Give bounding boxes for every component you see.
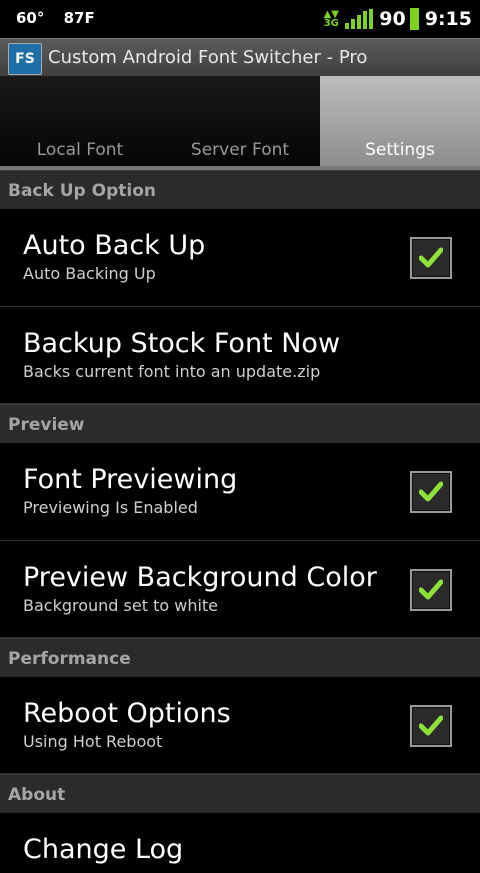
status-left: 60° 87F: [16, 9, 109, 27]
checkmark-icon: [419, 247, 443, 268]
pref-reboot-options[interactable]: Reboot Options Using Hot Reboot: [0, 677, 480, 774]
checkmark-icon: [419, 481, 443, 502]
preview-background-checkbox[interactable]: [410, 569, 452, 611]
app-title: Custom Android Font Switcher - Pro: [48, 47, 368, 68]
network-3g-icon: ▲▼ 3G: [323, 9, 339, 29]
signal-icon: [345, 9, 374, 29]
section-header-performance: Performance: [0, 638, 480, 677]
pref-auto-back-up[interactable]: Auto Back Up Auto Backing Up: [0, 209, 480, 307]
pref-title: Change Log: [23, 834, 184, 865]
tab-server-font[interactable]: Server Font: [160, 76, 320, 170]
pref-font-previewing[interactable]: Font Previewing Previewing Is Enabled: [0, 443, 480, 541]
section-header-preview: Preview: [0, 404, 480, 443]
pref-preview-background-color[interactable]: Preview Background Color Background set …: [0, 541, 480, 638]
section-header-backup: Back Up Option: [0, 170, 480, 209]
tab-local-font[interactable]: Local Font: [0, 76, 160, 170]
tab-bar: Local Font Server Font Settings: [0, 76, 480, 170]
status-right: ▲▼ 3G 90 9:15: [323, 7, 472, 31]
app-title-bar: FS Custom Android Font Switcher - Pro: [0, 38, 480, 77]
app-icon: FS: [8, 43, 42, 75]
battery-level: 90: [379, 8, 406, 30]
checkmark-icon: [419, 715, 443, 736]
font-previewing-checkbox[interactable]: [410, 471, 452, 513]
section-header-about: About: [0, 774, 480, 813]
status-bar: 60° 87F ▲▼ 3G 90 9:15: [0, 0, 480, 38]
auto-back-up-checkbox[interactable]: [410, 237, 452, 279]
pref-title: Backup Stock Font Now: [23, 328, 341, 359]
reboot-options-checkbox[interactable]: [410, 705, 452, 747]
pref-summary: Backs current font into an update.zip: [23, 362, 321, 381]
temperature-celsius: 60°: [16, 9, 45, 27]
checkmark-icon: [419, 579, 443, 600]
clock: 9:15: [424, 8, 472, 30]
tab-settings[interactable]: Settings: [320, 76, 480, 170]
pref-change-log[interactable]: Change Log: [0, 813, 480, 873]
battery-icon: [409, 8, 419, 30]
pref-backup-stock-font[interactable]: Backup Stock Font Now Backs current font…: [0, 307, 480, 404]
temperature-fahrenheit: 87F: [63, 9, 95, 27]
settings-list: Back Up Option Auto Back Up Auto Backing…: [0, 170, 480, 873]
